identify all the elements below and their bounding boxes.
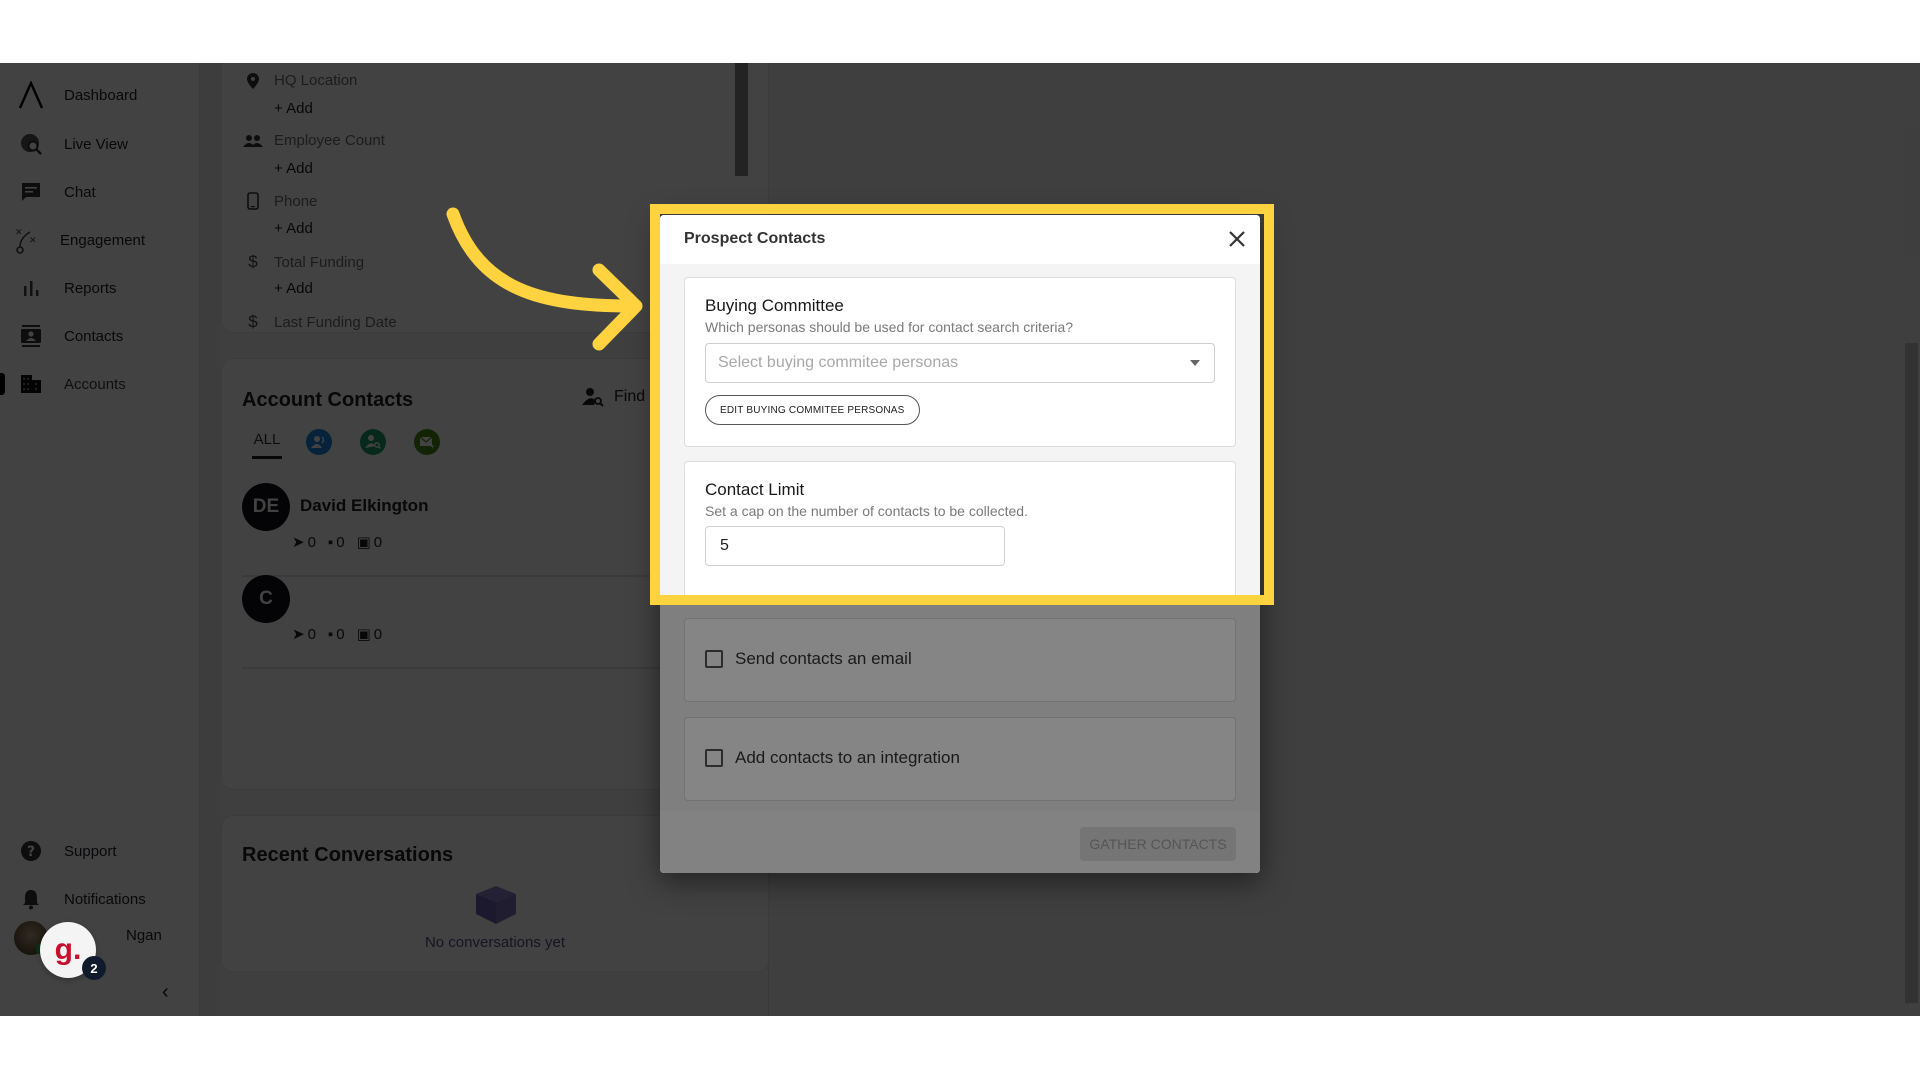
close-button[interactable] (1226, 228, 1248, 250)
modal-dim-overlay (660, 596, 1260, 873)
contact-limit-input[interactable]: 5 (705, 526, 1005, 566)
contact-limit-section: Contact Limit Set a cap on the number of… (684, 461, 1236, 603)
chevron-down-icon (1190, 360, 1200, 366)
modal-header: Prospect Contacts (660, 215, 1260, 264)
buying-committee-select[interactable]: Select buying commitee personas (705, 343, 1215, 383)
notification-count-badge: 2 (82, 956, 106, 980)
select-placeholder: Select buying commitee personas (718, 354, 959, 371)
section-subtitle: Set a cap on the number of contacts to b… (705, 503, 1028, 519)
buying-committee-section: Buying Committee Which personas should b… (684, 277, 1236, 447)
section-title: Contact Limit (705, 480, 805, 499)
close-icon (1229, 231, 1245, 247)
section-title: Buying Committee (705, 296, 844, 315)
section-subtitle: Which personas should be used for contac… (705, 319, 1074, 335)
modal-title: Prospect Contacts (684, 230, 826, 247)
contact-limit-value: 5 (720, 537, 729, 554)
edit-personas-button[interactable]: EDIT BUYING COMMITEE PERSONAS (705, 395, 920, 425)
